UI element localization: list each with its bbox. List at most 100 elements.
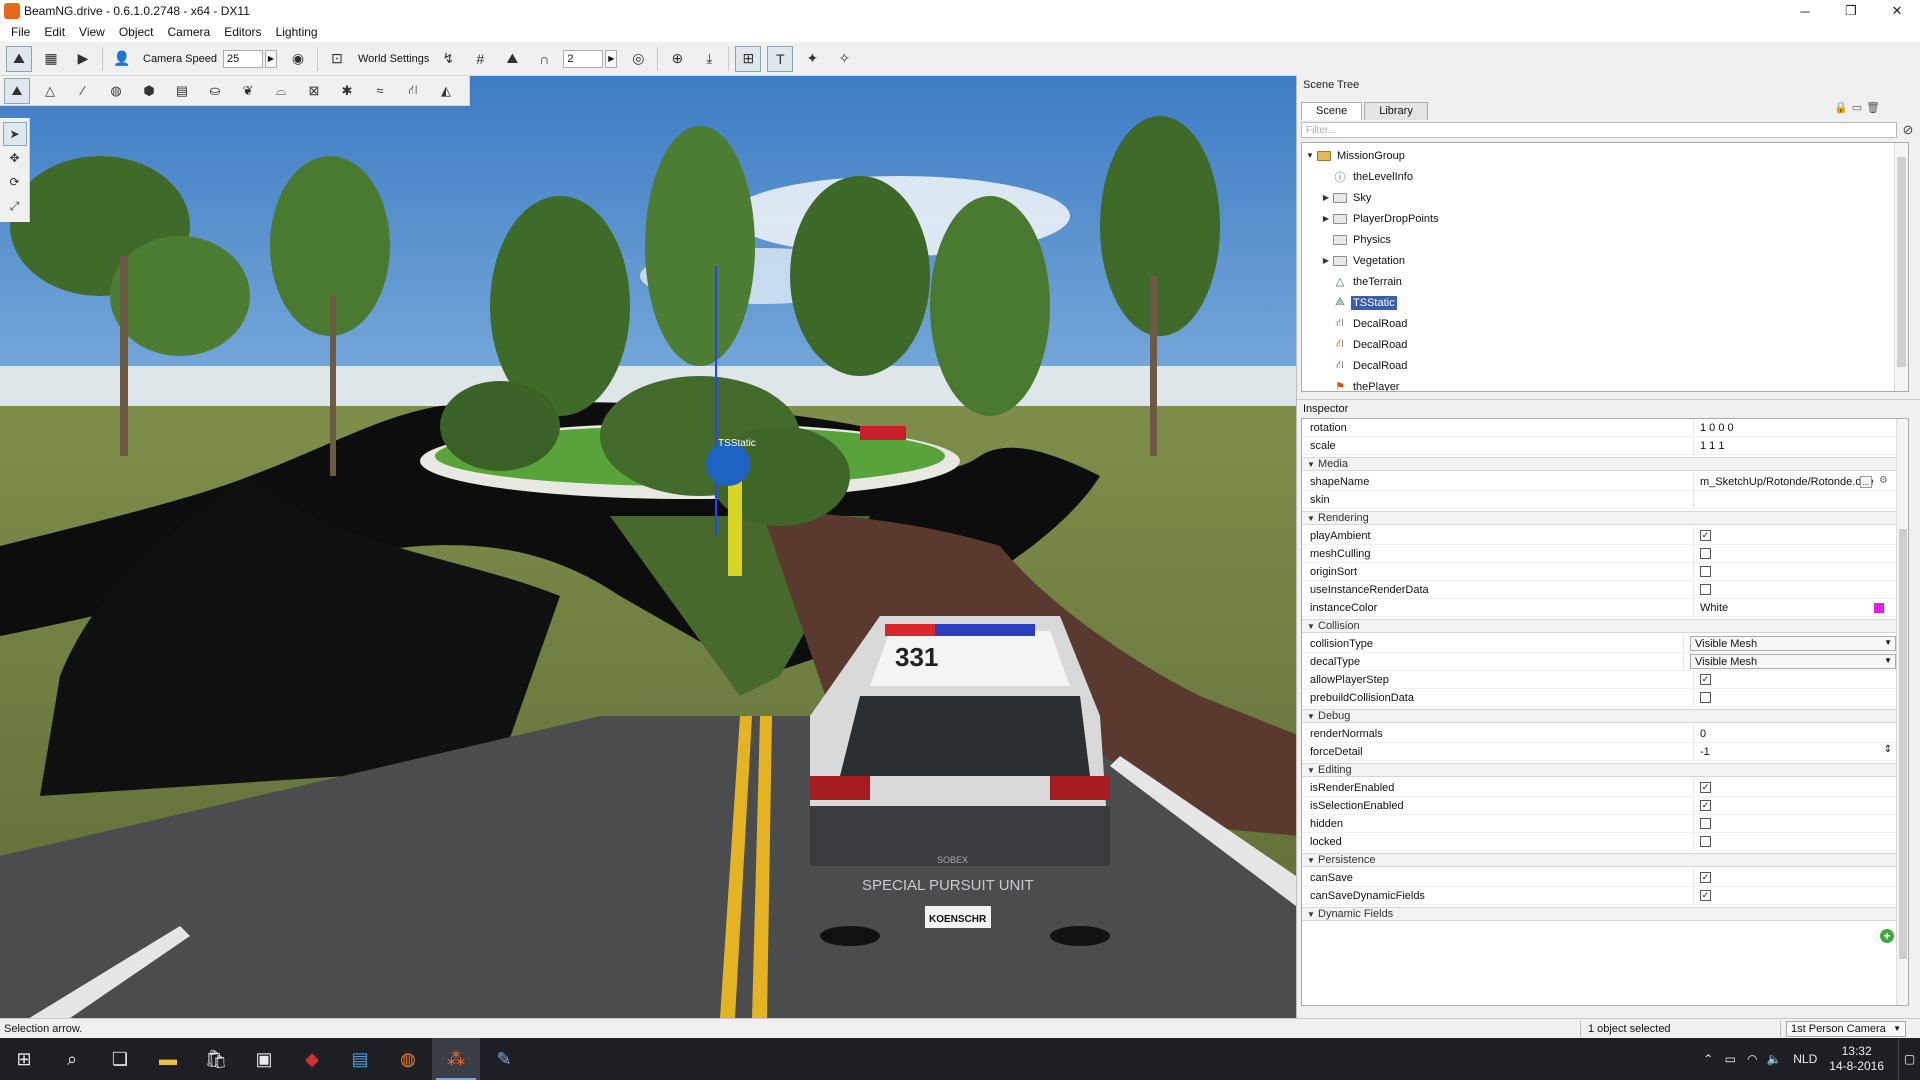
menu-camera[interactable]: Camera xyxy=(161,25,218,39)
visibility-eye-icon[interactable]: ◉ xyxy=(285,46,311,72)
group-media[interactable]: ▼ Media xyxy=(1302,457,1896,471)
rotate-gizmo-icon[interactable]: ⟳ xyxy=(3,170,27,194)
shape-preview-icon[interactable]: ⚙ xyxy=(1879,475,1888,486)
allowplayerstep-checkbox[interactable]: ✓ xyxy=(1700,674,1711,685)
shape-editor-icon[interactable]: ◭ xyxy=(433,78,459,104)
beamng-taskbar-icon[interactable]: ⁂ xyxy=(432,1038,480,1080)
scale-value[interactable]: 1 1 1 xyxy=(1694,437,1896,454)
tree-item-theterrain[interactable]: △ theTerrain xyxy=(1320,271,1404,292)
fx-wing-icon[interactable]: ✧ xyxy=(831,46,857,72)
river-editor-icon[interactable]: ≈ xyxy=(367,78,393,104)
tree-item-missiongroup[interactable]: ▼ MissionGroup xyxy=(1304,145,1407,166)
cansavedynamicfields-checkbox[interactable]: ✓ xyxy=(1700,890,1711,901)
tree-scrollbar[interactable] xyxy=(1894,143,1908,391)
language-indicator[interactable]: NLD xyxy=(1793,1052,1817,1066)
app-icon[interactable]: ◆ xyxy=(288,1038,336,1080)
app-icon[interactable]: ▤ xyxy=(336,1038,384,1080)
tree-item-sky[interactable]: ▶ Sky xyxy=(1320,187,1373,208)
file-explorer-icon[interactable]: ▬ xyxy=(144,1038,192,1080)
volume-icon[interactable]: 🔈 xyxy=(1763,1052,1785,1066)
text-labels-icon[interactable]: T xyxy=(767,45,794,72)
camera-mode-dropdown[interactable]: 1st Person Camera ▼ xyxy=(1786,1021,1906,1037)
play-game-icon[interactable]: ▶ xyxy=(70,46,96,72)
tree-item-thelevelinfo[interactable]: ⓘ theLevelInfo xyxy=(1320,166,1415,187)
isrenderenabled-checkbox[interactable]: ✓ xyxy=(1700,782,1711,793)
group-collision[interactable]: ▼ Collision xyxy=(1302,619,1896,633)
prebuildcollisiondata-checkbox[interactable] xyxy=(1700,692,1711,703)
menu-lighting[interactable]: Lighting xyxy=(269,25,325,39)
tree-item-decalroad[interactable]: ⛙ DecalRoad xyxy=(1320,313,1409,334)
browse-button[interactable]: ... xyxy=(1860,476,1872,488)
terrain-painter-icon[interactable]: ∕ xyxy=(70,78,96,104)
tree-item-theplayer[interactable]: ⚑ thePlayer xyxy=(1320,376,1401,392)
group-rendering[interactable]: ▼ Rendering xyxy=(1302,511,1896,525)
rendernormals-value[interactable]: 0 xyxy=(1694,725,1896,742)
task-view-icon[interactable]: ❏ xyxy=(96,1038,144,1080)
tree-item-decalroad[interactable]: ⛙ DecalRoad xyxy=(1320,355,1409,376)
navmesh-editor-icon[interactable]: ⊠ xyxy=(301,78,327,104)
tree-item-playerdroppoints[interactable]: ▶ PlayerDropPoints xyxy=(1320,208,1441,229)
object-center-icon[interactable]: ◎ xyxy=(625,46,651,72)
minimize-button[interactable]: ─ xyxy=(1782,0,1828,22)
particle-editor-icon[interactable]: ✱ xyxy=(334,78,360,104)
scene-filter-input[interactable]: Filter... xyxy=(1301,122,1897,138)
windows-start-icon[interactable]: ⊞ xyxy=(0,1038,48,1080)
tree-item-physics[interactable]: Physics xyxy=(1320,229,1393,250)
road-editor-icon[interactable]: ⛙ xyxy=(400,78,426,104)
collapse-icon[interactable]: ▼ xyxy=(1304,514,1318,523)
scrollbar-thumb[interactable] xyxy=(1899,529,1907,959)
cansave-checkbox[interactable]: ✓ xyxy=(1700,872,1711,883)
scale-gizmo-icon[interactable]: ⤢ xyxy=(3,194,27,218)
app-icon[interactable]: ▣ xyxy=(240,1038,288,1080)
forest-editor-icon[interactable]: ❦ xyxy=(235,78,261,104)
material-editor-icon[interactable]: ◍ xyxy=(103,78,129,104)
grid-snap-icon[interactable]: # xyxy=(467,46,493,72)
search-icon[interactable]: ⌕ xyxy=(48,1038,96,1080)
gui-editor-icon[interactable]: ▦ xyxy=(38,46,64,72)
collapse-icon[interactable]: ▼ xyxy=(1304,766,1318,775)
tree-item-tsstatic[interactable]: ⟁ TSStatic xyxy=(1320,292,1397,313)
spinner-icon[interactable]: ⇕ xyxy=(1884,744,1892,755)
isselectionenabled-checkbox[interactable]: ✓ xyxy=(1700,800,1711,811)
magnet-icon[interactable]: ∩ xyxy=(531,46,557,72)
menu-file[interactable]: File xyxy=(4,25,37,39)
expand-icon[interactable]: ▶ xyxy=(1320,256,1332,265)
color-swatch[interactable] xyxy=(1874,603,1884,613)
world-editor-icon[interactable]: ⛰ xyxy=(6,45,32,72)
group-editing[interactable]: ▼ Editing xyxy=(1302,763,1896,777)
wifi-icon[interactable]: ◠ xyxy=(1741,1052,1763,1066)
drop-to-ground-icon[interactable]: ⤓ xyxy=(696,46,722,72)
hidden-checkbox[interactable] xyxy=(1700,818,1711,829)
collapse-icon[interactable]: ▼ xyxy=(1304,622,1318,631)
snap-normal-icon[interactable]: ↯ xyxy=(435,46,461,72)
scrollbar-thumb[interactable] xyxy=(1897,157,1906,367)
originsort-checkbox[interactable] xyxy=(1700,566,1711,577)
decal-icon[interactable]: ✦ xyxy=(799,46,825,72)
delete-icon[interactable]: 🗑 xyxy=(1866,100,1880,114)
camera-speed-arrow-icon[interactable]: ▶ xyxy=(265,49,277,68)
collapse-icon[interactable]: ▼ xyxy=(1304,460,1318,469)
mesh-road-icon[interactable]: ⌓ xyxy=(268,78,294,104)
expand-icon[interactable]: ▶ xyxy=(1320,214,1332,223)
clock[interactable]: 13:32 14-8-2016 xyxy=(1829,1044,1884,1074)
group-persistence[interactable]: ▼ Persistence xyxy=(1302,853,1896,867)
menu-editors[interactable]: Editors xyxy=(217,25,268,39)
selection-bounds-icon[interactable]: ⊞ xyxy=(735,45,762,72)
clear-filter-icon[interactable]: ⊘ xyxy=(1900,122,1916,138)
3d-viewport[interactable]: TSStatic 331 SPECIAL PURSUIT UNIT SOBEX … xyxy=(0,76,1296,1018)
object-editor-icon[interactable]: ⛰ xyxy=(4,77,30,104)
datablock-editor-icon[interactable]: ▤ xyxy=(169,78,195,104)
useinstancerenderdata-checkbox[interactable] xyxy=(1700,584,1711,595)
group-debug[interactable]: ▼ Debug xyxy=(1302,709,1896,723)
tab-library[interactable]: Library xyxy=(1364,102,1428,120)
group-dynamic-fields[interactable]: ▼ Dynamic Fields xyxy=(1302,907,1896,921)
tree-item-vegetation[interactable]: ▶ Vegetation xyxy=(1320,250,1407,271)
expand-icon[interactable]: ▼ xyxy=(1304,151,1316,160)
tree-item-decalroad[interactable]: ⛙ DecalRoad xyxy=(1320,334,1409,355)
close-button[interactable]: ✕ xyxy=(1874,0,1920,22)
skin-value[interactable] xyxy=(1694,491,1896,508)
store-icon[interactable]: 🛍 xyxy=(192,1038,240,1080)
fit-view-icon[interactable]: ⊡ xyxy=(324,46,350,72)
decaltype-dropdown[interactable]: Visible Mesh ▼ xyxy=(1690,654,1896,669)
forcedetail-value[interactable]: -1 ⇕ xyxy=(1694,743,1896,760)
